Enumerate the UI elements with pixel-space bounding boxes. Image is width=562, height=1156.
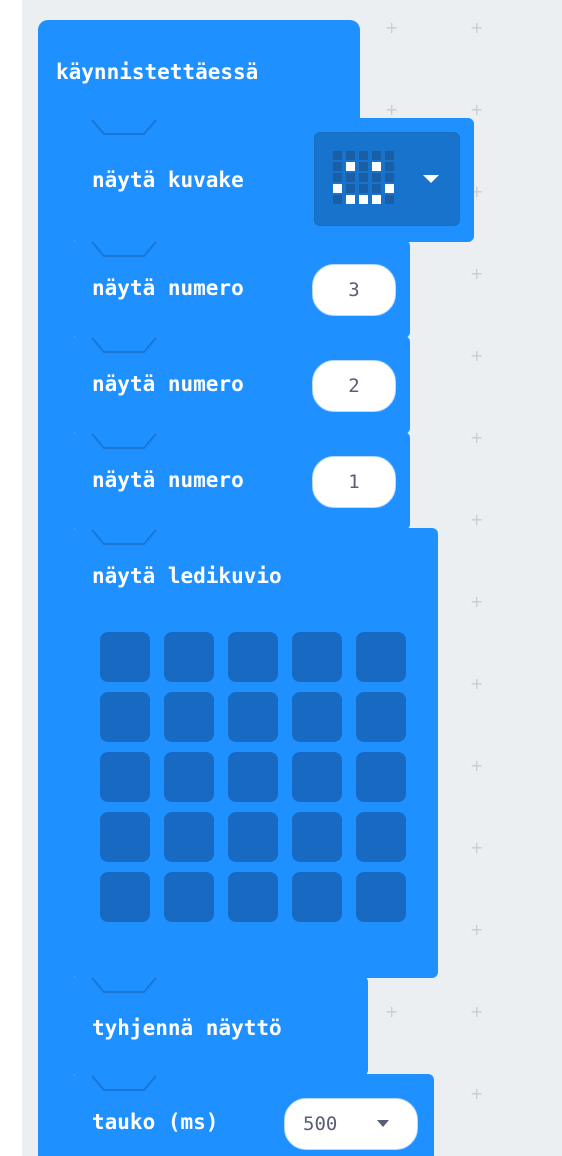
led-cell[interactable] (100, 752, 150, 802)
number-input-2[interactable]: 2 (312, 360, 396, 412)
led-cell[interactable] (292, 692, 342, 742)
show-number-label-1: näytä numero (92, 276, 244, 300)
led-cell[interactable] (100, 812, 150, 862)
led-cell[interactable] (292, 632, 342, 682)
on-start-block-arm (38, 100, 74, 1156)
icon-pixel (359, 184, 368, 193)
icon-pixel (359, 173, 368, 182)
icon-pixel (385, 173, 394, 182)
led-cell[interactable] (292, 812, 342, 862)
number-input-1[interactable]: 3 (312, 264, 396, 316)
icon-pixel (385, 184, 394, 193)
led-cell[interactable] (356, 872, 406, 922)
icon-pixel (333, 151, 342, 160)
led-cell[interactable] (164, 872, 214, 922)
led-cell[interactable] (164, 632, 214, 682)
grid-mark: + (470, 1002, 484, 1021)
grid-mark: + (385, 100, 399, 119)
icon-pixel (333, 162, 342, 171)
show-leds-label: näytä ledikuvio (92, 564, 282, 588)
chevron-down-icon (377, 1120, 389, 1127)
clear-screen-label: tyhjennä näyttö (92, 1016, 282, 1040)
led-cell[interactable] (292, 872, 342, 922)
led-cell[interactable] (356, 752, 406, 802)
pause-label: tauko (ms) (92, 1110, 219, 1134)
show-number-label-2: näytä numero (92, 372, 244, 396)
icon-dropdown[interactable] (314, 132, 460, 226)
led-cell[interactable] (100, 632, 150, 682)
led-cell[interactable] (356, 632, 406, 682)
pause-value: 500 (303, 1113, 338, 1135)
led-grid (100, 632, 410, 932)
grid-mark: + (470, 18, 484, 37)
led-cell[interactable] (228, 632, 278, 682)
icon-pixel (372, 162, 381, 171)
icon-pixel (372, 173, 381, 182)
grid-mark: + (470, 346, 484, 365)
icon-pixel (346, 173, 355, 182)
icon-pixel (359, 162, 368, 171)
grid-mark: + (470, 1084, 484, 1103)
icon-pixel (333, 195, 342, 204)
grid-mark: + (470, 838, 484, 857)
icon-pixel (359, 195, 368, 204)
grid-mark: + (470, 756, 484, 775)
pause-duration-dropdown[interactable]: 500 (284, 1098, 418, 1150)
grid-mark: + (385, 18, 399, 37)
icon-pixel (385, 162, 394, 171)
grid-mark: + (470, 428, 484, 447)
led-cell[interactable] (292, 752, 342, 802)
icon-pixel (385, 151, 394, 160)
led-cell[interactable] (356, 812, 406, 862)
icon-pixel (385, 195, 394, 204)
show-icon-label: näytä kuvake (92, 168, 244, 192)
icon-pixel (359, 151, 368, 160)
grid-mark: + (470, 264, 484, 283)
icon-pixel (372, 195, 381, 204)
show-number-label-3: näytä numero (92, 468, 244, 492)
led-cell[interactable] (356, 692, 406, 742)
number-input-3[interactable]: 1 (312, 456, 396, 508)
icon-pixel (372, 151, 381, 160)
on-start-label: käynnistettäessä (56, 60, 259, 84)
icon-pixel (333, 173, 342, 182)
led-cell[interactable] (100, 692, 150, 742)
led-cell[interactable] (164, 692, 214, 742)
grid-mark: + (470, 100, 484, 119)
grid-mark: + (470, 920, 484, 939)
led-cell[interactable] (164, 812, 214, 862)
grid-mark: + (470, 674, 484, 693)
icon-pixel (346, 151, 355, 160)
icon-pixel (372, 184, 381, 193)
grid-mark: + (385, 1002, 399, 1021)
led-cell[interactable] (228, 752, 278, 802)
led-cell[interactable] (164, 752, 214, 802)
happy-face-icon (333, 151, 403, 207)
icon-pixel (346, 195, 355, 204)
grid-mark: + (470, 510, 484, 529)
chevron-down-icon (423, 175, 439, 183)
led-cell[interactable] (228, 812, 278, 862)
grid-mark: + (470, 592, 484, 611)
icon-pixel (333, 184, 342, 193)
led-cell[interactable] (228, 872, 278, 922)
led-cell[interactable] (228, 692, 278, 742)
led-cell[interactable] (100, 872, 150, 922)
icon-pixel (346, 162, 355, 171)
icon-pixel (346, 184, 355, 193)
